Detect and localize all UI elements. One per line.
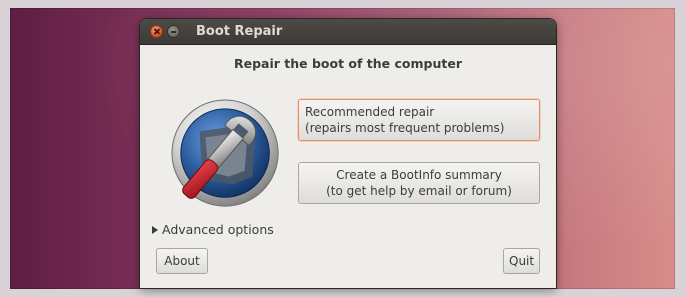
advanced-options-expander[interactable]: Advanced options [152, 222, 274, 237]
boot-repair-window: Boot Repair Repair the boot of the compu… [140, 19, 556, 288]
bootinfo-summary-label: Create a BootInfo summary [336, 168, 502, 182]
quit-button[interactable]: Quit [503, 248, 540, 274]
recommended-repair-button[interactable]: Recommended repair (repairs most frequen… [298, 99, 540, 141]
bootinfo-summary-sublabel: (to get help by email or forum) [326, 184, 512, 198]
main-content: Repair the boot of the computer Recommen… [140, 45, 556, 288]
recommended-repair-sublabel: (repairs most frequent problems) [305, 121, 505, 135]
window-title: Boot Repair [196, 24, 283, 39]
wrench-icon [171, 99, 279, 207]
recommended-repair-label: Recommended repair [305, 105, 435, 119]
advanced-options-label: Advanced options [162, 222, 274, 237]
bootinfo-summary-button[interactable]: Create a BootInfo summary (to get help b… [298, 162, 540, 204]
minimize-icon[interactable] [167, 25, 180, 38]
titlebar[interactable]: Boot Repair [140, 19, 556, 45]
page-heading: Repair the boot of the computer [233, 56, 462, 71]
close-icon[interactable] [150, 25, 163, 38]
about-button[interactable]: About [156, 248, 208, 274]
triangle-right-icon [152, 225, 158, 234]
